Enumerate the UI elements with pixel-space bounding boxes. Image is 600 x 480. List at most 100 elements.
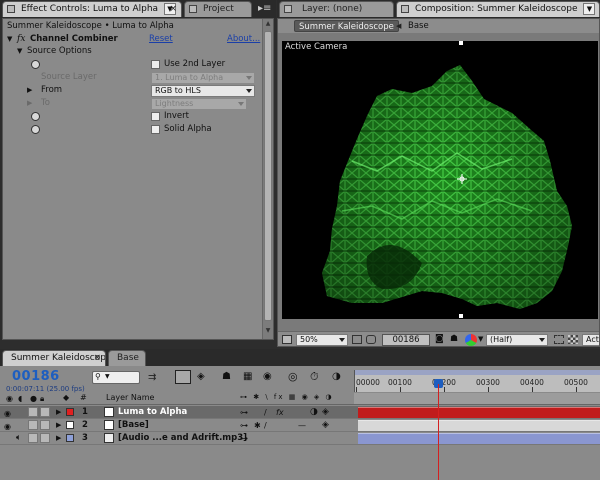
tab-timeline-base[interactable]: Base — [108, 350, 146, 366]
expand-triangle-icon[interactable]: ▶ — [27, 84, 32, 97]
safe-zones-icon[interactable] — [352, 335, 362, 344]
stopwatch-icon[interactable] — [31, 60, 40, 69]
motion-blur-switch[interactable]: — — [298, 419, 306, 432]
expand-triangle-icon[interactable]: ▼ — [17, 45, 22, 58]
lock-box[interactable] — [40, 407, 50, 417]
close-icon[interactable]: × — [169, 2, 177, 16]
snapshot-icon[interactable]: ◙ — [435, 335, 444, 344]
label-color-swatch[interactable] — [66, 408, 74, 416]
stopwatch-icon[interactable] — [31, 112, 40, 121]
ruler-tick-mark — [400, 387, 401, 392]
chevron-down-icon[interactable]: ▼ — [478, 335, 483, 343]
expand-triangle-icon[interactable]: ▶ — [56, 419, 61, 432]
comp-handle-bottom[interactable] — [459, 314, 463, 318]
comp-mini-flowchart-icon[interactable]: ⇉ — [148, 373, 156, 383]
stopwatch-icon[interactable]: ⏱ — [310, 371, 319, 382]
lock-box[interactable] — [40, 420, 50, 430]
draft-3d-icon[interactable]: ◈ — [197, 372, 205, 382]
fx-switch[interactable]: fx — [276, 406, 284, 419]
adjustment-switch[interactable]: ◑ — [310, 406, 318, 419]
effect-controls-scrollbar[interactable]: ▲ ▼ — [262, 19, 273, 339]
time-ruler[interactable]: 00000 00100 00200 00300 00400 00500 — [354, 370, 600, 392]
layer-duration-bar[interactable] — [358, 407, 600, 418]
stopwatch-icon[interactable] — [31, 125, 40, 134]
layer-name[interactable]: Luma to Alpha — [118, 406, 187, 419]
composition-viewer[interactable]: Active Camera — [282, 41, 598, 319]
invert-checkbox[interactable] — [151, 112, 160, 121]
tab-timeline-summer-kaleidoscope[interactable]: Summer Kaleidoscope × — [2, 350, 106, 366]
shy-switch[interactable]: ⊶ — [240, 432, 248, 445]
comp-timecode[interactable]: 00186 — [382, 334, 430, 346]
layer-row[interactable]: 🔈︎ ▶ 3 [Audio ...e and Adrift.mp3] ⊶ — [0, 432, 600, 445]
resolution-select[interactable]: (Half) — [486, 334, 548, 346]
close-icon[interactable]: × — [93, 351, 101, 365]
scrollbar-up-arrow-icon[interactable]: ▲ — [264, 20, 272, 28]
breadcrumb-layer[interactable]: Base — [408, 20, 429, 32]
label-color-swatch[interactable] — [66, 434, 74, 442]
always-preview-icon[interactable] — [282, 335, 292, 344]
current-time-display[interactable]: 00186 — [12, 369, 60, 384]
hide-shy-layers-icon[interactable]: ☗ — [222, 372, 231, 382]
timeline-search-input[interactable]: ⚲ ▼ — [92, 371, 140, 384]
layer-name-header[interactable]: Layer Name — [106, 393, 154, 402]
expand-triangle-icon[interactable]: ▶ — [56, 432, 61, 445]
shy-switch[interactable]: ⊶ — [240, 406, 248, 419]
scrollbar-down-arrow-icon[interactable]: ▼ — [264, 327, 272, 335]
shy-switch[interactable]: ⊶ — [240, 419, 248, 432]
label-color-swatch[interactable] — [66, 421, 74, 429]
breadcrumb-comp-button[interactable]: Summer Kaleidoscope — [294, 20, 399, 32]
to-select[interactable]: Lightness — [151, 98, 247, 110]
solo-box[interactable] — [28, 420, 38, 430]
panel-menu-icon[interactable] — [401, 5, 409, 13]
tab-project[interactable]: Project — [184, 1, 252, 17]
tab-effect-controls[interactable]: Effect Controls: Luma to Alpha ▼ × — [2, 1, 182, 17]
solo-box[interactable] — [28, 433, 38, 443]
param-source-layer: Source Layer 1. Luma to Alpha — [3, 71, 263, 84]
brainstorm-icon[interactable]: ◎ — [288, 371, 298, 382]
panel-menu-icon[interactable] — [7, 5, 15, 13]
panel-menu-icon[interactable] — [189, 5, 197, 13]
graph-editor-icon[interactable]: ◑ — [332, 372, 341, 382]
panel-menu-icon[interactable] — [284, 5, 292, 13]
tab-layer[interactable]: Layer: (none) — [279, 1, 394, 17]
chevron-down-icon[interactable]: ▼ — [583, 2, 596, 15]
speaker-icon[interactable]: 🔈︎ — [16, 432, 21, 445]
transparency-grid-icon[interactable] — [568, 335, 578, 344]
tab-composition[interactable]: Composition: Summer Kaleidoscope ▼ — [396, 1, 600, 17]
view-select[interactable]: Acti — [582, 334, 599, 346]
region-of-interest-icon[interactable] — [554, 335, 564, 344]
frame-blending-icon[interactable]: ▦ — [243, 372, 252, 382]
dropdown-arrow-icon — [339, 338, 345, 342]
chevron-down-icon: ▼ — [105, 373, 110, 380]
expand-triangle-icon[interactable]: ▶ — [56, 406, 61, 419]
ruler-tick-mark — [444, 387, 445, 392]
comp-handle-top[interactable] — [459, 41, 463, 45]
3d-layer-switch[interactable]: ◈ — [322, 419, 329, 432]
layer-name[interactable]: [Audio ...e and Adrift.mp3] — [118, 432, 247, 445]
panel-options-icon[interactable]: ▸≡ — [258, 4, 271, 14]
layer-duration-bar[interactable] — [358, 433, 600, 444]
layer-name[interactable]: [Base] — [118, 419, 149, 432]
live-update-icon[interactable] — [175, 370, 191, 384]
quality-switch[interactable]: / — [264, 419, 267, 432]
source-layer-select[interactable]: 1. Luma to Alpha — [151, 72, 255, 84]
quality-switch[interactable]: / — [264, 406, 267, 419]
3d-layer-switch[interactable]: ◈ — [322, 406, 329, 419]
mask-visibility-icon[interactable] — [366, 335, 376, 344]
layer-row[interactable]: ◉ ▶ 2 [Base] ⊶ ✱ / — ◈ — [0, 419, 600, 432]
show-channel-icon[interactable] — [465, 334, 477, 346]
scrollbar-thumb[interactable] — [264, 31, 272, 321]
collapse-switch[interactable]: ✱ — [254, 419, 261, 432]
solid-alpha-checkbox[interactable] — [151, 125, 160, 134]
lock-box[interactable] — [40, 433, 50, 443]
from-select[interactable]: RGB to HLS — [151, 85, 255, 97]
zoom-select[interactable]: 50% — [296, 334, 348, 346]
show-snapshot-icon[interactable]: ☗ — [450, 335, 458, 344]
layer-row[interactable]: ◉ ▶ 1 Luma to Alpha ⊶ / fx ◑ ◈ — [0, 406, 600, 419]
use-2nd-layer-checkbox[interactable] — [151, 60, 160, 69]
work-area-bar[interactable] — [355, 370, 600, 375]
motion-blur-icon[interactable]: ◉ — [263, 372, 272, 382]
layer-duration-bar[interactable] — [358, 420, 600, 431]
expand-triangle-icon[interactable]: ▶ — [27, 97, 32, 110]
solo-box[interactable] — [28, 407, 38, 417]
